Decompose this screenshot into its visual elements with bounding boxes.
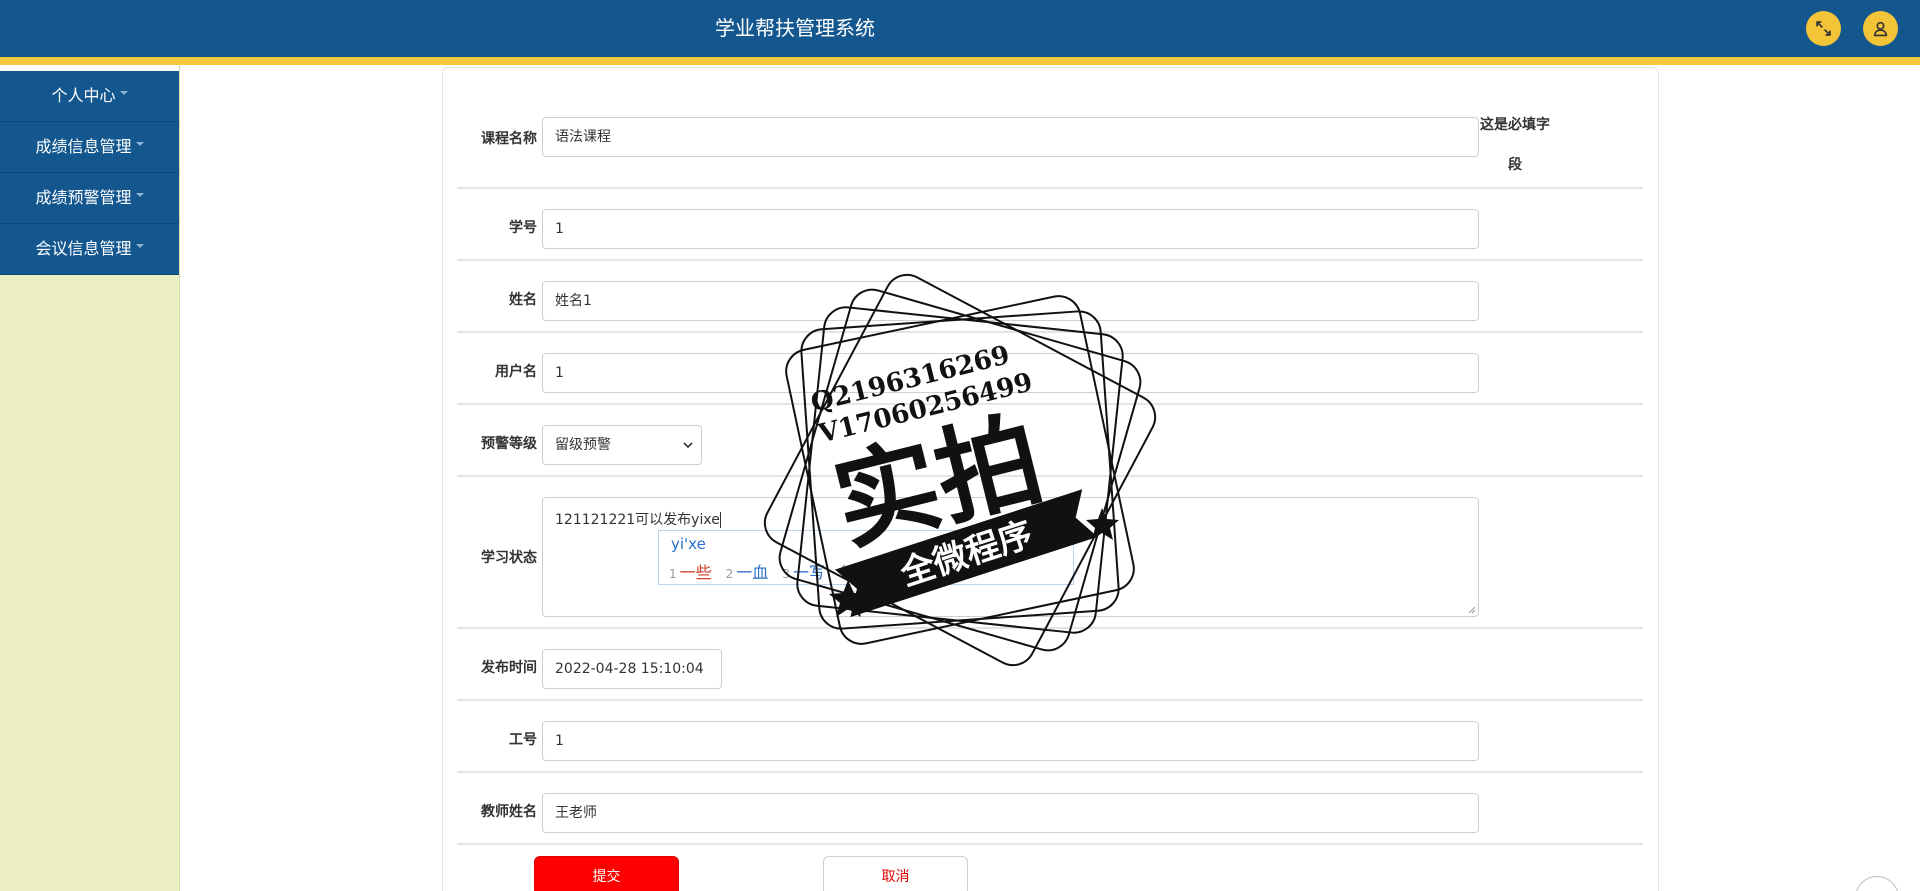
textarea-text: 121121221可以发布yixe bbox=[555, 512, 720, 528]
watermark-stamp: Q2196316269 V17060256499 实拍 全微程序 bbox=[763, 273, 1157, 667]
field-label: 学习状态 bbox=[481, 550, 537, 566]
staff-id-input[interactable]: 1 bbox=[542, 721, 1479, 761]
form-row-teacher-name: 教师姓名 王老师 bbox=[457, 773, 1643, 845]
course-name-input[interactable]: 语法课程 bbox=[542, 117, 1479, 157]
selected-option: 留级预警 bbox=[555, 437, 611, 453]
required-hint: 这是必填字段 bbox=[1480, 117, 1550, 173]
caret-down-icon bbox=[135, 192, 144, 197]
sidebar: 个人中心 成绩信息管理 成绩预警管理 会议信息管理 bbox=[0, 65, 180, 891]
top-header: 学业帮扶管理系统 bbox=[0, 0, 1920, 57]
ime-candidate[interactable]: 1 一些 bbox=[669, 559, 712, 583]
sidebar-item-grade-info[interactable]: 成绩信息管理 bbox=[0, 122, 179, 173]
field-label: 工号 bbox=[509, 732, 537, 748]
field-label: 预警等级 bbox=[481, 436, 537, 452]
user-icon bbox=[1873, 21, 1888, 37]
caret-down-icon bbox=[135, 141, 144, 146]
resize-handle-icon[interactable] bbox=[1466, 604, 1476, 614]
field-label: 教师姓名 bbox=[481, 804, 537, 820]
user-profile-button[interactable] bbox=[1863, 11, 1898, 46]
fullscreen-button[interactable] bbox=[1806, 11, 1841, 46]
field-label: 发布时间 bbox=[481, 660, 537, 676]
form-row-course-name: 课程名称 语法课程 bbox=[457, 107, 1643, 189]
text-caret: ​ bbox=[719, 512, 721, 528]
sidebar-item-personal-center[interactable]: 个人中心 bbox=[0, 71, 179, 122]
sidebar-item-label: 成绩预警管理 bbox=[35, 188, 132, 207]
student-id-input[interactable]: 1 bbox=[542, 209, 1479, 249]
cancel-button[interactable]: 取消 bbox=[823, 856, 968, 891]
sidebar-item-label: 个人中心 bbox=[51, 86, 116, 105]
back-to-top-button[interactable] bbox=[1855, 876, 1899, 891]
sidebar-item-label: 成绩信息管理 bbox=[35, 137, 132, 156]
field-label: 用户名 bbox=[495, 364, 537, 380]
field-label: 课程名称 bbox=[481, 131, 537, 147]
submit-button[interactable]: 提交 bbox=[534, 856, 679, 891]
caret-down-icon bbox=[119, 90, 128, 95]
publish-time-input[interactable]: 2022-04-28 15:10:04 bbox=[542, 649, 722, 689]
chevron-down-icon bbox=[683, 442, 693, 449]
field-label: 姓名 bbox=[509, 292, 537, 308]
caret-down-icon bbox=[135, 243, 144, 248]
app-title: 学业帮扶管理系统 bbox=[715, 16, 875, 40]
form-row-staff-id: 工号 1 bbox=[457, 701, 1643, 773]
field-label: 学号 bbox=[509, 220, 537, 236]
sidebar-item-grade-warning[interactable]: 成绩预警管理 bbox=[0, 173, 179, 224]
sidebar-item-meeting-info[interactable]: 会议信息管理 bbox=[0, 224, 179, 275]
ime-composition: yi'xe bbox=[671, 535, 706, 553]
expand-icon bbox=[1816, 21, 1831, 36]
sidebar-item-label: 会议信息管理 bbox=[35, 239, 132, 258]
header-stripe bbox=[0, 57, 1920, 65]
warning-level-select[interactable]: 留级预警 bbox=[542, 425, 702, 465]
teacher-name-input[interactable]: 王老师 bbox=[542, 793, 1479, 833]
